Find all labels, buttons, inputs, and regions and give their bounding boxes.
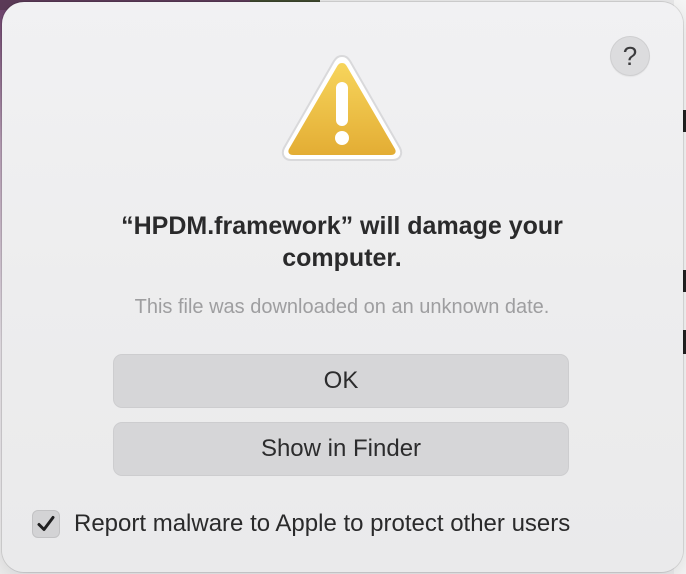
alert-subtitle: This file was downloaded on an unknown d… (134, 296, 550, 318)
report-malware-row[interactable]: Report malware to Apple to protect other… (32, 510, 570, 538)
show-in-finder-button[interactable]: Show in Finder (113, 422, 569, 476)
report-malware-label: Report malware to Apple to protect other… (74, 510, 571, 537)
help-button[interactable]: ? (610, 36, 650, 76)
ok-button-label: OK (323, 367, 359, 394)
help-label: ? (622, 40, 638, 71)
checkmark-icon (37, 516, 55, 531)
show-in-finder-label: Show in Finder (260, 435, 422, 462)
alert-title: “HPDM.framework” will damage your comput… (121, 212, 563, 272)
report-malware-checkbox[interactable] (32, 510, 60, 538)
warning-icon (281, 54, 403, 161)
ok-button[interactable]: OK (113, 354, 569, 408)
malware-alert-dialog: ? “HPDM.framework” will damage your comp… (2, 2, 683, 572)
